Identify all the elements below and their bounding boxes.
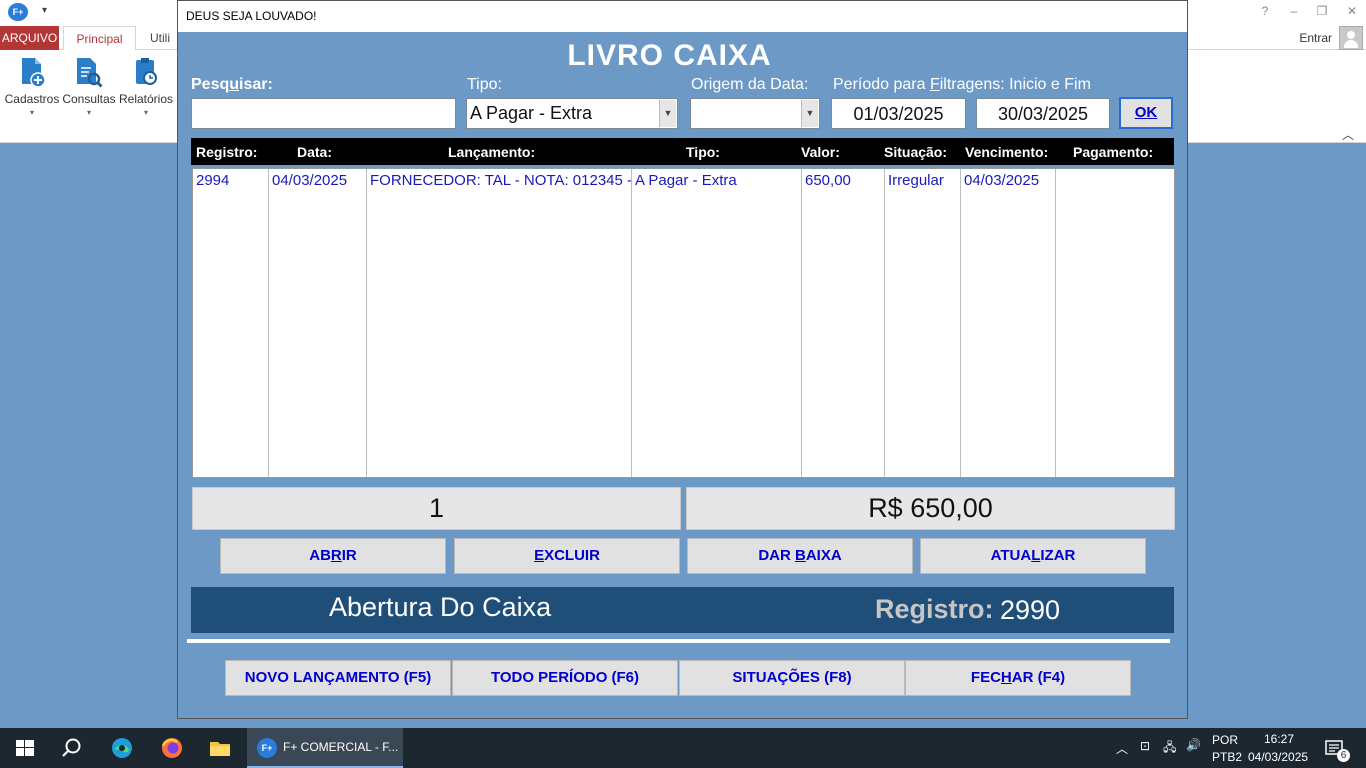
periodo-label: Período para Filtragens: Inicio e Fim <box>833 76 1091 93</box>
origem-label: Origem da Data: <box>691 76 809 93</box>
dialog-title-bar: DEUS SEJA LOUVADO! <box>178 1 1187 32</box>
excluir-button[interactable]: EXCLUIR <box>454 538 680 574</box>
chevron-down-icon[interactable]: ▼ <box>801 100 818 127</box>
grid-header: Registro: Data: Lançamento: Tipo: Valor:… <box>191 138 1174 165</box>
notification-count-badge: 6 <box>1337 749 1350 762</box>
relatorios-label: Relatórios <box>118 92 174 106</box>
taskbar-app-label: F+ COMERCIAL - F... <box>283 740 399 754</box>
volume-icon[interactable]: 🔊 <box>1186 738 1201 752</box>
chevron-down-icon[interactable]: ▼ <box>659 100 676 127</box>
col-lancamento[interactable]: Lançamento: <box>448 144 535 160</box>
search-document-icon <box>74 56 104 88</box>
atualizar-button[interactable]: ATUALIZAR <box>920 538 1146 574</box>
col-situacao[interactable]: Situação: <box>884 144 947 160</box>
status-text: Abertura Do Caixa <box>329 592 552 622</box>
record-count: 1 <box>192 487 681 530</box>
cell-registro: 2994 <box>196 172 230 189</box>
ok-button[interactable]: OK <box>1119 97 1173 129</box>
restore-icon[interactable]: ❐ <box>1312 4 1332 18</box>
quick-access-dropdown-icon[interactable]: ▾ <box>42 5 47 16</box>
end-date-field[interactable]: 30/03/2025 <box>976 98 1110 129</box>
consultas-button[interactable]: Consultas ▾ <box>60 56 118 126</box>
network-icon[interactable]: 🖧 <box>1163 738 1176 759</box>
cell-situacao: Irregular <box>888 172 944 189</box>
livro-caixa-dialog: DEUS SEJA LOUVADO! LIVRO CAIXA Pesquisar… <box>177 0 1188 719</box>
registro-label: Registro: <box>875 594 994 624</box>
cell-lancamento: FORNECEDOR: TAL - NOTA: 012345 - I <box>370 172 631 189</box>
col-tipo[interactable]: Tipo: <box>686 144 720 160</box>
app-logo-icon: F+ <box>257 738 277 758</box>
tipo-select-value: A Pagar - Extra <box>470 103 593 123</box>
close-icon[interactable]: ✕ <box>1342 4 1362 18</box>
report-clipboard-icon <box>131 56 161 88</box>
app-logo-icon: F+ <box>8 3 28 21</box>
grid-column-divider <box>802 169 885 477</box>
taskbar-app-f-comercial[interactable]: F+ F+ COMERCIAL - F... <box>247 728 403 768</box>
grid-column-divider <box>885 169 961 477</box>
add-document-icon <box>17 56 47 88</box>
language-indicator[interactable]: POR <box>1212 733 1238 747</box>
grid-column-divider <box>193 169 269 477</box>
cell-tipo: A Pagar - Extra <box>635 172 737 189</box>
help-icon[interactable]: ? <box>1255 4 1275 18</box>
consultas-label: Consultas <box>62 92 116 106</box>
abrir-button[interactable]: ABRIR <box>220 538 446 574</box>
chevron-down-icon: ▾ <box>143 108 148 117</box>
windows-start-icon[interactable] <box>13 736 37 760</box>
registro-value: 2990 <box>1000 595 1061 625</box>
meet-now-icon[interactable]: ⊡ <box>1140 739 1150 753</box>
tab-principal[interactable]: Principal <box>63 26 136 51</box>
start-date-field[interactable]: 01/03/2025 <box>831 98 966 129</box>
novo-lancamento-button[interactable]: NOVO LANÇAMENTO (F5) <box>225 660 451 696</box>
clock-date[interactable]: 04/03/2025 <box>1248 750 1308 764</box>
relatorios-button[interactable]: Relatórios ▾ <box>117 56 175 126</box>
dar-baixa-button[interactable]: DAR BAIXA <box>687 538 913 574</box>
grid-column-divider <box>632 169 802 477</box>
tab-utilitarios[interactable]: Utili <box>150 26 170 50</box>
taskbar: F+ F+ COMERCIAL - F... ︿ ⊡ 🖧 🔊 POR PTB2 … <box>0 728 1366 768</box>
cell-vencimento: 04/03/2025 <box>964 172 1040 189</box>
col-data[interactable]: Data: <box>297 144 332 160</box>
cadastros-button[interactable]: Cadastros ▾ <box>3 56 61 126</box>
fechar-button[interactable]: FECHAR (F4) <box>905 660 1131 696</box>
pesquisar-label: Pesquisar: <box>191 76 273 93</box>
grid-column-divider <box>367 169 632 477</box>
file-explorer-icon[interactable] <box>208 736 232 760</box>
col-vencimento[interactable]: Vencimento: <box>965 144 1048 160</box>
col-registro[interactable]: Registro: <box>196 144 257 160</box>
cell-valor: 650,00 <box>805 172 851 189</box>
collapse-ribbon-icon[interactable]: ︿ <box>1342 126 1354 143</box>
minimize-icon[interactable]: – <box>1284 4 1304 18</box>
tab-arquivo[interactable]: ARQUIVO <box>0 26 59 50</box>
entries-grid[interactable]: 2994 04/03/2025 FORNECEDOR: TAL - NOTA: … <box>192 168 1175 478</box>
firefox-icon[interactable] <box>160 736 184 760</box>
grid-column-divider <box>269 169 367 477</box>
search-input[interactable] <box>191 98 456 129</box>
signin-link[interactable]: Entrar <box>1299 26 1332 50</box>
col-valor[interactable]: Valor: <box>801 144 840 160</box>
avatar[interactable] <box>1339 26 1363 50</box>
page-title: LIVRO CAIXA <box>567 39 772 72</box>
total-value: R$ 650,00 <box>686 487 1175 530</box>
cadastros-label: Cadastros <box>4 92 60 106</box>
chevron-down-icon: ▾ <box>86 108 91 117</box>
edge-browser-icon[interactable] <box>110 736 134 760</box>
cell-data: 04/03/2025 <box>272 172 348 189</box>
col-pagamento[interactable]: Pagamento: <box>1073 144 1153 160</box>
situacoes-button[interactable]: SITUAÇÕES (F8) <box>679 660 905 696</box>
dialog-window-title: DEUS SEJA LOUVADO! <box>186 9 317 23</box>
chevron-down-icon: ▾ <box>29 108 34 117</box>
origem-select[interactable]: ▼ <box>690 98 820 129</box>
tipo-select[interactable]: A Pagar - Extra ▼ <box>466 98 678 129</box>
grid-column-divider <box>961 169 1056 477</box>
divider <box>187 639 1170 643</box>
status-band: Abertura Do Caixa Registro: 2990 <box>191 587 1174 633</box>
tipo-label: Tipo: <box>467 76 502 93</box>
tray-expand-icon[interactable]: ︿ <box>1116 740 1128 757</box>
todo-periodo-button[interactable]: TODO PERÍODO (F6) <box>452 660 678 696</box>
search-icon[interactable] <box>60 736 84 760</box>
clock-time[interactable]: 16:27 <box>1264 732 1294 746</box>
keyboard-layout-indicator[interactable]: PTB2 <box>1212 750 1242 764</box>
